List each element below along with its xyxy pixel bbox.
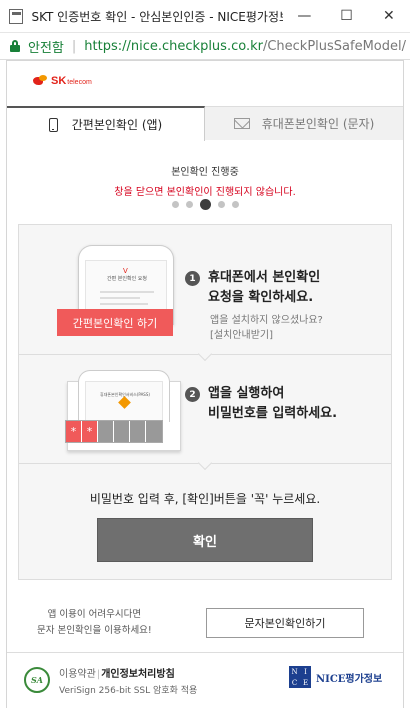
step-2-title-line1: 앱을 실행하여	[208, 386, 285, 401]
address-separator: |	[71, 38, 77, 54]
install-guide-link[interactable]: [설치안내받기]	[210, 328, 323, 343]
step-1-title: 휴대폰에서 본인확인 요청을 확인하세요.	[208, 268, 320, 308]
pin-cell-empty	[98, 421, 114, 442]
install-hint: 앱을 설치하지 않으셨나요? [설치안내받기]	[210, 313, 323, 343]
step-2-title-line2: 비밀번호를 입력하세요.	[208, 406, 338, 421]
confirm-instruction: 비밀번호 입력 후, [확인]버튼을 '꼭' 누르세요.	[89, 492, 321, 506]
footer-link-separator: |	[96, 669, 101, 680]
step-arrow	[197, 455, 213, 471]
progress-dot	[217, 201, 225, 208]
progress-status: 본인확인 진행중	[171, 167, 239, 178]
pin-illustration: * *	[65, 420, 163, 443]
ssl-notice: VeriSign 256-bit SSL 암호화 적용	[59, 686, 198, 696]
pin-cell-empty	[114, 421, 130, 442]
window-app-icon	[9, 8, 24, 24]
pin-cell-empty	[146, 421, 162, 442]
maximize-button[interactable]: ☐	[325, 0, 367, 33]
tab-app-auth-label: 간편본인확인 (앱)	[71, 118, 163, 132]
step-1-title-line2: 요청을 확인하세요.	[208, 290, 314, 305]
skt-logo-icon	[33, 75, 49, 87]
nice-logo: N I C E NICE평가정보	[289, 666, 382, 688]
progress-indicator	[7, 199, 403, 210]
progress-warning: 창을 닫으면 본인확인이 진행되지 않습니다.	[114, 187, 296, 198]
v-icon: V	[123, 267, 128, 275]
minimize-button[interactable]: —	[283, 0, 325, 33]
auth-page: SK telecom 간편본인확인 (앱) 휴대폰본인확인 (문자) 본인확인 …	[6, 60, 404, 708]
sms-auth-button[interactable]: 문자본인확인하기	[206, 608, 364, 638]
sms-hint-line1: 앱 이용이 어려우시다면	[47, 609, 142, 620]
install-hint-text: 앱을 설치하지 않으셨나요?	[210, 315, 323, 326]
logo-brand: SK	[51, 75, 67, 87]
address-bar[interactable]: 안전함 | https://nice.checkplus.co.kr/Check…	[0, 33, 410, 60]
tab-sms-auth-label: 휴대폰본인확인 (문자)	[261, 117, 375, 131]
skt-logo: SK telecom	[33, 75, 92, 87]
step-arrow	[197, 346, 213, 362]
step-2-title: 앱을 실행하여 비밀번호를 입력하세요.	[208, 384, 337, 424]
terms-link[interactable]: 이용약관	[59, 669, 96, 680]
progress-dot	[185, 201, 193, 208]
logo-suffix: telecom	[67, 79, 92, 86]
secure-label: 안전함	[28, 40, 64, 56]
url-text[interactable]: https://nice.checkplus.co.kr/CheckPlusSa…	[84, 39, 406, 54]
step-2-badge: 2	[185, 387, 200, 402]
confirm-button[interactable]: 확인	[97, 518, 313, 562]
progress-dot	[231, 201, 239, 208]
tab-sms-auth[interactable]: 휴대폰본인확인 (문자)	[205, 106, 403, 140]
steps-panel: V 간편 본인확인 요청 간편본인확인 하기 1 휴대폰에서 본인확인 요청을 …	[18, 224, 392, 580]
footer-links: 이용약관|개인정보처리방침	[59, 665, 175, 680]
sms-hint-line2: 문자 본인확인을 이용하세요!	[37, 625, 152, 636]
pin-cell-empty	[130, 421, 146, 442]
progress-message: 본인확인 진행중 창을 닫으면 본인확인이 진행되지 않습니다.	[7, 163, 403, 198]
step-1-badge: 1	[185, 271, 200, 286]
window-title: SKT 인증번호 확인 - 안심본인인증 - NICE평가정보	[31, 9, 284, 24]
phone-icon	[48, 117, 58, 132]
nice-logo-icon: N I C E	[289, 666, 311, 688]
auth-tabs: 간편본인확인 (앱) 휴대폰본인확인 (문자)	[7, 106, 403, 141]
url-path: /CheckPlusSafeModel/	[262, 38, 407, 54]
window-titlebar: SKT 인증번호 확인 - 안심본인인증 - NICE평가정보 — ☐ ✕	[0, 0, 410, 33]
close-button[interactable]: ✕	[368, 0, 410, 33]
pin-cell-filled: *	[82, 421, 98, 442]
progress-dot	[171, 201, 179, 208]
app-auth-button[interactable]: 간편본인확인 하기	[57, 309, 173, 336]
mail-icon	[233, 118, 250, 129]
phone-screen-text-1: 간편 본인확인 요청	[107, 276, 147, 282]
sms-alternative: 앱 이용이 어려우시다면 문자 본인확인을 이용하세요! 문자본인확인하기	[7, 598, 403, 648]
security-seal-icon: SA	[24, 667, 50, 693]
progress-dot-current	[199, 199, 211, 210]
url-host: https://nice.checkplus.co.kr	[84, 38, 263, 54]
pin-cell-filled: *	[66, 421, 82, 442]
footer: SA 이용약관|개인정보처리방침 VeriSign 256-bit SSL 암호…	[7, 652, 403, 708]
sms-hint: 앱 이용이 어려우시다면 문자 본인확인을 이용하세요!	[37, 607, 152, 639]
step-1-title-line1: 휴대폰에서 본인확인	[208, 270, 321, 285]
phone-illustration-2: 휴대폰본인확인서비스(PASS)	[78, 370, 170, 423]
pass-cube-icon	[118, 396, 131, 409]
lock-icon	[10, 40, 20, 52]
tab-app-auth[interactable]: 간편본인확인 (앱)	[7, 106, 205, 141]
nice-name: NICE평가정보	[316, 673, 383, 685]
privacy-policy-link[interactable]: 개인정보처리방침	[101, 669, 175, 680]
